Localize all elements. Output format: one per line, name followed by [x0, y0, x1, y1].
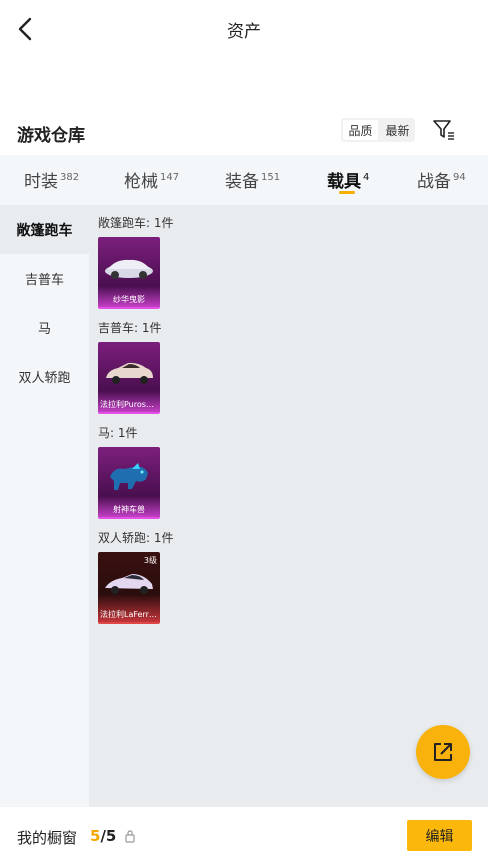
showcase-bar: 我的橱窗 5/5 编辑 [0, 807, 488, 864]
tab-count: 4 [363, 172, 370, 183]
showcase-total: 5 [105, 827, 117, 845]
tab-label: 战备 [417, 172, 451, 192]
showcase-label: 我的橱窗 [17, 829, 78, 847]
sidebar-item-coupe[interactable]: 双人轿跑 [0, 352, 89, 401]
vehicle-list: 敞篷跑车: 1件 纱华曳影 吉普车: 1件 法拉利Purosangue 马: 1… [89, 205, 488, 807]
active-tab-indicator [339, 191, 355, 194]
section-title: 游戏仓库 [17, 126, 85, 146]
showcase-current: 5 [90, 827, 101, 845]
top-bar: 资产 [0, 0, 488, 58]
vehicle-card[interactable]: 纱华曳影 [98, 237, 160, 309]
jeep-car-icon [106, 362, 153, 384]
group-label: 马: 1件 [98, 426, 138, 440]
tab-equipment[interactable]: 装备 151 [225, 167, 280, 192]
horse-mount-icon [110, 463, 148, 490]
vehicle-card[interactable]: 法拉利Purosangue [98, 342, 160, 414]
tab-count: 151 [261, 172, 281, 183]
share-button[interactable] [416, 725, 470, 779]
tab-count: 94 [453, 172, 466, 183]
vehicle-name: 纱华曳影 [113, 295, 145, 304]
page-title: 资产 [227, 22, 261, 42]
tab-fashion[interactable]: 时装 382 [24, 167, 79, 192]
showcase-count: 5/5 [90, 827, 116, 845]
vehicle-name: 法拉利LaFerrari [100, 610, 160, 619]
vehicle-type-sidebar: 敞篷跑车 吉普车 马 双人轿跑 [0, 205, 89, 807]
convertible-car-icon [105, 259, 153, 279]
category-tabs: 时装 382 枪械 147 装备 151 载具 4 战备 94 [0, 155, 488, 205]
vehicle-name: 法拉利Purosangue [100, 400, 160, 409]
sort-quality-option[interactable]: 品质 [343, 120, 378, 140]
vehicle-card[interactable]: 射神车兽 [98, 447, 160, 519]
lock-icon [125, 830, 135, 843]
sidebar-item-horse[interactable]: 马 [0, 303, 89, 352]
sort-newest-option[interactable]: 最新 [380, 118, 415, 142]
tab-guns[interactable]: 枪械 147 [124, 167, 179, 192]
tab-label: 装备 [225, 172, 259, 192]
tab-supplies[interactable]: 战备 94 [417, 167, 466, 192]
group-label: 吉普车: 1件 [98, 321, 162, 335]
tab-label: 枪械 [124, 172, 158, 192]
sidebar-item-convertible[interactable]: 敞篷跑车 [0, 205, 89, 254]
sidebar-item-jeep[interactable]: 吉普车 [0, 254, 89, 303]
vehicle-card[interactable]: 3级 法拉利LaFerrari [98, 552, 160, 624]
filter-icon [433, 120, 454, 140]
tab-count: 147 [160, 172, 180, 183]
vehicle-name: 射神车兽 [113, 505, 145, 514]
tab-count: 382 [60, 172, 80, 183]
tab-vehicles[interactable]: 载具 4 [327, 167, 369, 192]
edit-button[interactable]: 编辑 [407, 820, 472, 851]
tab-label: 时装 [24, 172, 58, 192]
tab-label: 载具 [327, 172, 361, 192]
sort-toggle: 品质 最新 [341, 118, 415, 142]
coupe-car-icon [105, 574, 153, 594]
filter-button[interactable] [430, 116, 458, 144]
group-label: 敞篷跑车: 1件 [98, 216, 174, 230]
group-label: 双人轿跑: 1件 [98, 531, 174, 545]
external-link-icon [434, 743, 452, 761]
